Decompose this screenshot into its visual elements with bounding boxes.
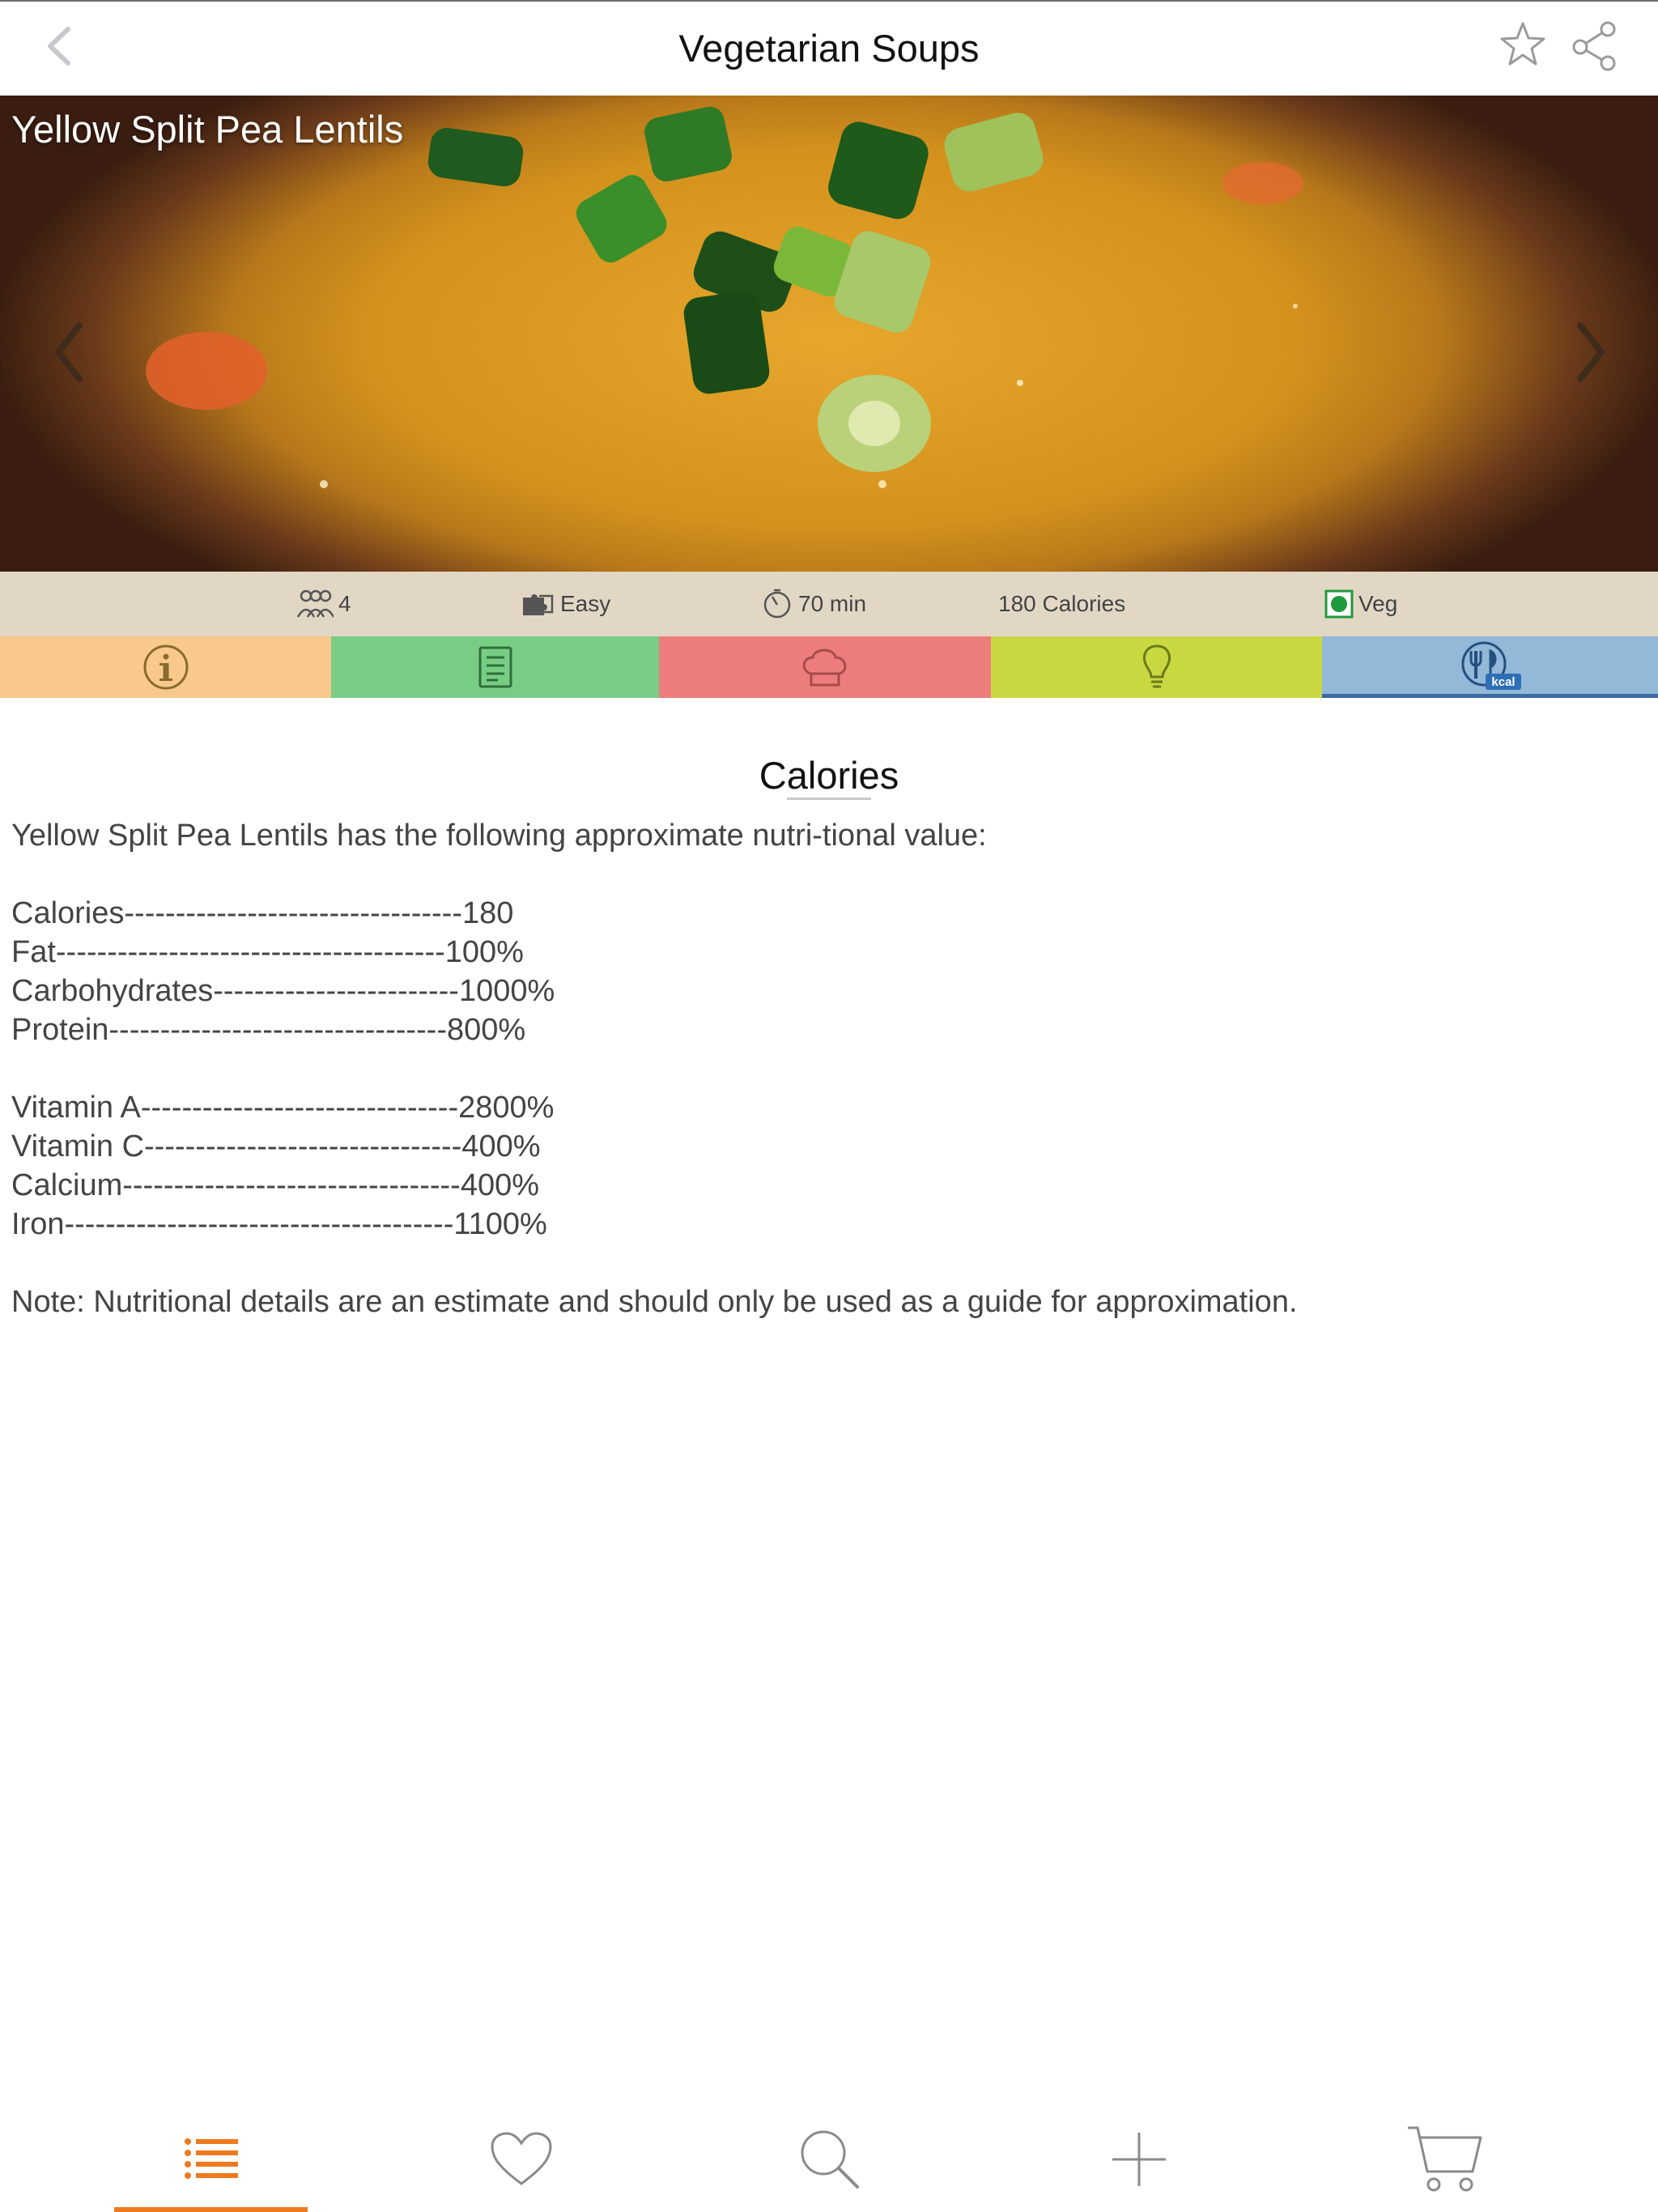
time-label: 70 min [798,591,867,616]
cart-icon [1408,2126,1482,2192]
timer-icon [763,589,791,619]
active-tab-indicator [114,2207,308,2212]
tab-shopping-cart[interactable] [1348,2115,1542,2204]
bottom-tab-bar [0,2107,1658,2212]
nutrition-kcal-icon: kcal [1461,641,1521,690]
nutrition-row: Vitamin C-------------------------------… [11,1129,541,1163]
tab-info[interactable] [0,636,331,698]
servings-count: 4 [338,591,351,616]
calories-label: 180 Calories [998,591,1126,616]
navigation-bar: Vegetarian Soups [0,0,1658,96]
nutrition-row: Iron------------------------------------… [11,1207,547,1241]
diet-info: Veg [1324,572,1397,636]
tab-add[interactable] [1042,2115,1236,2204]
puzzle-icon [523,594,554,615]
chevron-right-icon [1577,322,1605,382]
nutrition-row: Calories--------------------------------… [11,896,514,930]
page-title: Vegetarian Soups [678,27,980,70]
difficulty-info: Easy [520,572,610,636]
nutrition-note: Note: Nutritional details are an estimat… [11,1285,1298,1319]
nutrition-row: Fat-------------------------------------… [11,935,524,969]
tab-directions[interactable] [659,636,991,698]
kcal-badge-text: kcal [1491,675,1515,689]
info-icon [143,644,188,690]
tab-tips[interactable] [991,636,1322,698]
next-recipe-button[interactable] [1571,316,1611,389]
plus-icon [1112,2133,1166,2186]
soup-illustration [146,106,1303,488]
tab-search[interactable] [733,2115,927,2204]
previous-recipe-button[interactable] [49,316,89,389]
chevron-left-icon [55,322,83,382]
share-button[interactable] [1569,19,1621,71]
star-icon [1500,22,1545,66]
tab-favorites[interactable] [424,2115,619,2204]
favorite-star-button[interactable] [1498,19,1548,70]
section-title-underline [787,798,871,800]
time-info: 70 min [761,572,866,636]
recipe-section-tabs: kcal [0,636,1658,698]
chef-hat-icon [802,649,847,687]
nutrition-content: Yellow Split Pea Lentils has the followi… [11,816,1298,1321]
people-icon [296,589,334,618]
section-title: Calories [759,754,899,797]
list-document-icon [478,646,512,688]
nutrition-row: Vitamin A-------------------------------… [11,1091,555,1125]
nutrition-intro: Yellow Split Pea Lentils has the followi… [11,819,987,853]
heart-icon [491,2132,552,2185]
servings-info: 4 [296,572,351,636]
search-icon [801,2130,859,2189]
recipe-photo: Yellow Split Pea Lentils [0,96,1658,572]
diet-label: Veg [1358,591,1398,616]
tab-nutrition[interactable]: kcal [1322,636,1658,698]
veg-symbol-icon [1324,589,1354,619]
difficulty-label: Easy [560,591,611,616]
nutrition-row: Carbohydrates------------------------100… [11,974,555,1008]
lightbulb-icon [1142,644,1171,688]
nutrition-row: Calcium---------------------------------… [11,1168,540,1202]
recipe-name: Yellow Split Pea Lentils [11,108,404,151]
recipe-info-bar: 4 Easy 70 min 180 Calories Veg [0,572,1658,636]
list-icon [185,2138,238,2179]
calories-info: 180 Calories [998,572,1125,636]
share-icon [1572,21,1616,71]
tab-ingredients[interactable] [331,636,659,698]
nutrition-row: Protein---------------------------------… [11,1013,526,1047]
tab-recipe-list[interactable] [114,2115,308,2204]
